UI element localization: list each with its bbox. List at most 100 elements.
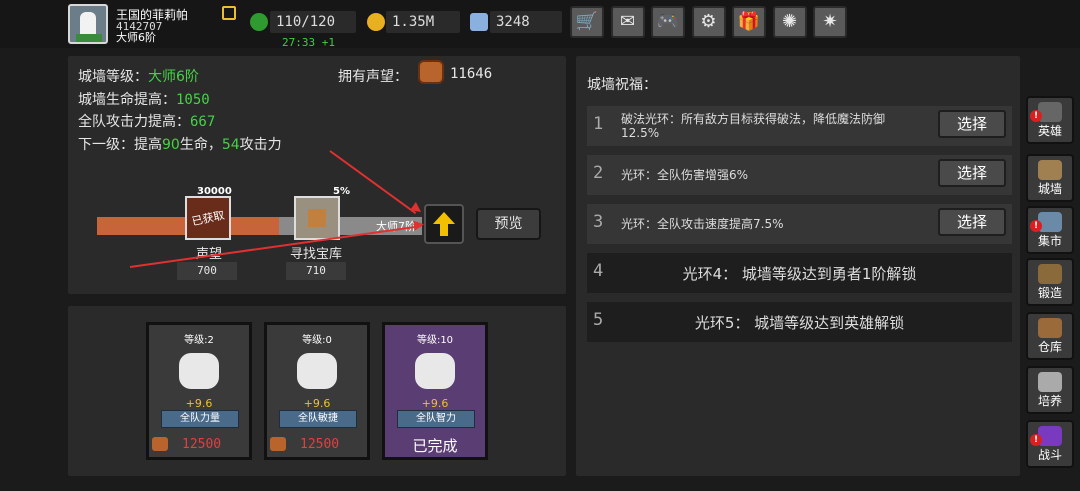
mail-icon: ✉ — [619, 11, 636, 32]
next-level-mid: 生命， — [179, 137, 222, 153]
gamepad-button[interactable]: 🎮 — [651, 6, 685, 38]
color-wheel-icon: ✺ — [781, 11, 798, 32]
blessing-title: 城墙祝福： — [587, 77, 657, 93]
sidebar-icon — [1038, 160, 1062, 180]
blessing-number: 2 — [593, 163, 604, 183]
gear-button[interactable]: ⚙ — [691, 6, 726, 38]
next-level-prefix: 下一级：提高 — [78, 137, 162, 153]
wall-hp-value: 1050 — [176, 92, 210, 108]
completed-label: 已完成 — [412, 437, 458, 455]
blessing-row: 3 光环：全队攻击速度提高7.5% 选择 — [587, 204, 1012, 244]
prestige-label: 拥有声望： — [338, 69, 408, 85]
wall-atk-label: 全队攻击力提高： — [78, 114, 190, 130]
sidebar-label: 培养 — [1037, 394, 1062, 408]
blessing-text-line2: 12.5% — [621, 126, 660, 140]
prestige-icon — [152, 437, 168, 451]
sidebar-label: 战斗 — [1037, 448, 1062, 462]
sidebar-label: 仓库 — [1037, 340, 1062, 354]
wall-level-label: 城墙等级： — [78, 69, 148, 85]
prestige-value: 11646 — [450, 66, 493, 82]
select-button[interactable]: 选择 — [938, 208, 1006, 236]
select-button[interactable]: 选择 — [938, 159, 1006, 187]
upgrade-cost: 12500 — [300, 437, 340, 452]
wall-level-row: 城墙等级：大师6阶 — [78, 66, 199, 86]
preview-button[interactable]: 预览 — [476, 208, 541, 240]
sidebar-item-3[interactable]: 锻造 — [1026, 258, 1074, 306]
select-button[interactable]: 选择 — [938, 110, 1006, 138]
blessing-text: 光环：全队攻击速度提高7.5% — [621, 217, 784, 231]
wall-level-value: 大师6阶 — [148, 69, 199, 85]
node2-label: 寻找宝库 — [290, 247, 343, 262]
attribute-icon — [179, 353, 219, 389]
wall-atk-row: 全队攻击力提高：667 — [78, 111, 215, 131]
sidebar-label: 锻造 — [1037, 286, 1062, 300]
sidebar-label: 英雄 — [1037, 124, 1062, 138]
card-label: 全队力量 — [161, 410, 239, 428]
sidebar-item-0[interactable]: 英雄! — [1026, 96, 1074, 144]
gem-value: 3248 — [490, 11, 562, 33]
stamina-timer: 27:33 +1 — [282, 36, 335, 49]
gift-button[interactable]: 🎁 — [732, 6, 766, 38]
sidebar-icon — [1038, 264, 1062, 284]
blessing-row: 4 光环4： 城墙等级达到勇者1阶解锁 — [587, 253, 1012, 293]
locked-blessing-text: 光环5： 城墙等级达到英雄解锁 — [694, 314, 905, 332]
gift-icon: 🎁 — [737, 11, 761, 32]
sidebar-icon — [1038, 212, 1062, 232]
blessing-text: 光环：全队伤害增强6% — [621, 168, 749, 182]
blessing-number: 3 — [593, 212, 604, 232]
sidebar-item-4[interactable]: 仓库 — [1026, 312, 1074, 360]
edit-icon[interactable] — [222, 6, 236, 20]
sidebar-icon — [1038, 102, 1062, 122]
annotation-arrowhead — [413, 219, 425, 231]
next-level-suffix: 攻击力 — [239, 137, 282, 153]
sidebar-label: 集市 — [1037, 234, 1062, 248]
stamina-icon — [250, 13, 268, 31]
claimed-stamp: 已获取 — [190, 208, 226, 229]
blessing-text: 破法光环：所有敌方目标获得破法，降低魔法防御 — [621, 112, 886, 126]
player-avatar[interactable] — [68, 4, 108, 44]
sidebar-item-5[interactable]: 培养 — [1026, 366, 1074, 414]
prestige-reward-node[interactable]: 已获取 — [185, 196, 231, 240]
alert-badge: ! — [1030, 434, 1042, 446]
chest-icon — [308, 209, 326, 227]
card-bonus: +9.6 — [185, 397, 213, 410]
prestige-icon — [270, 437, 286, 451]
card-bonus: +9.6 — [303, 397, 331, 410]
gamepad-icon: 🎮 — [656, 11, 680, 32]
up-arrow-icon — [433, 212, 455, 224]
upgrade-cost: 12500 — [182, 437, 222, 452]
card-label: 全队敏捷 — [279, 410, 357, 428]
gem-icon — [470, 13, 488, 31]
next-level-row: 下一级：提高90生命，54攻击力 — [78, 134, 282, 154]
treasure-reward-node[interactable] — [294, 196, 340, 240]
wall-hp-row: 城墙生命提高：1050 — [78, 89, 210, 109]
sidebar-item-6[interactable]: 战斗! — [1026, 420, 1074, 468]
blessing-number: 1 — [593, 114, 604, 134]
gold-icon — [367, 13, 385, 31]
sidebar-item-2[interactable]: 集市! — [1026, 206, 1074, 254]
gold-value: 1.35M — [386, 11, 460, 33]
sidebar-icon — [1038, 426, 1062, 446]
alert-badge: ! — [1030, 220, 1042, 232]
firework-button[interactable]: ✷ — [813, 6, 847, 38]
attribute-icon — [415, 353, 455, 389]
blessing-row: 1 破法光环：所有敌方目标获得破法，降低魔法防御 12.5% 选择 — [587, 106, 1012, 146]
node2-value: 710 — [286, 262, 346, 280]
attribute-icon — [297, 353, 337, 389]
card-level: 等级:0 — [302, 335, 332, 346]
prestige-icon — [418, 60, 444, 84]
stamina-value: 110/120 — [270, 11, 356, 33]
card-bonus: +9.6 — [421, 397, 449, 410]
color-wheel-button[interactable]: ✺ — [772, 6, 807, 38]
mail-button[interactable]: ✉ — [610, 6, 645, 38]
player-rank: 大师6阶 — [116, 31, 156, 44]
sidebar-item-1[interactable]: 城墙 — [1026, 154, 1074, 202]
next-level-atk: 54 — [221, 137, 240, 153]
upgrade-button[interactable] — [424, 204, 464, 244]
sidebar-label: 城墙 — [1037, 182, 1062, 196]
gear-icon: ⚙ — [700, 11, 717, 32]
card-label: 全队智力 — [397, 410, 475, 428]
next-level-hp: 90 — [162, 137, 180, 153]
cart-icon: 🛒 — [575, 11, 599, 32]
cart-button[interactable]: 🛒 — [570, 6, 604, 38]
